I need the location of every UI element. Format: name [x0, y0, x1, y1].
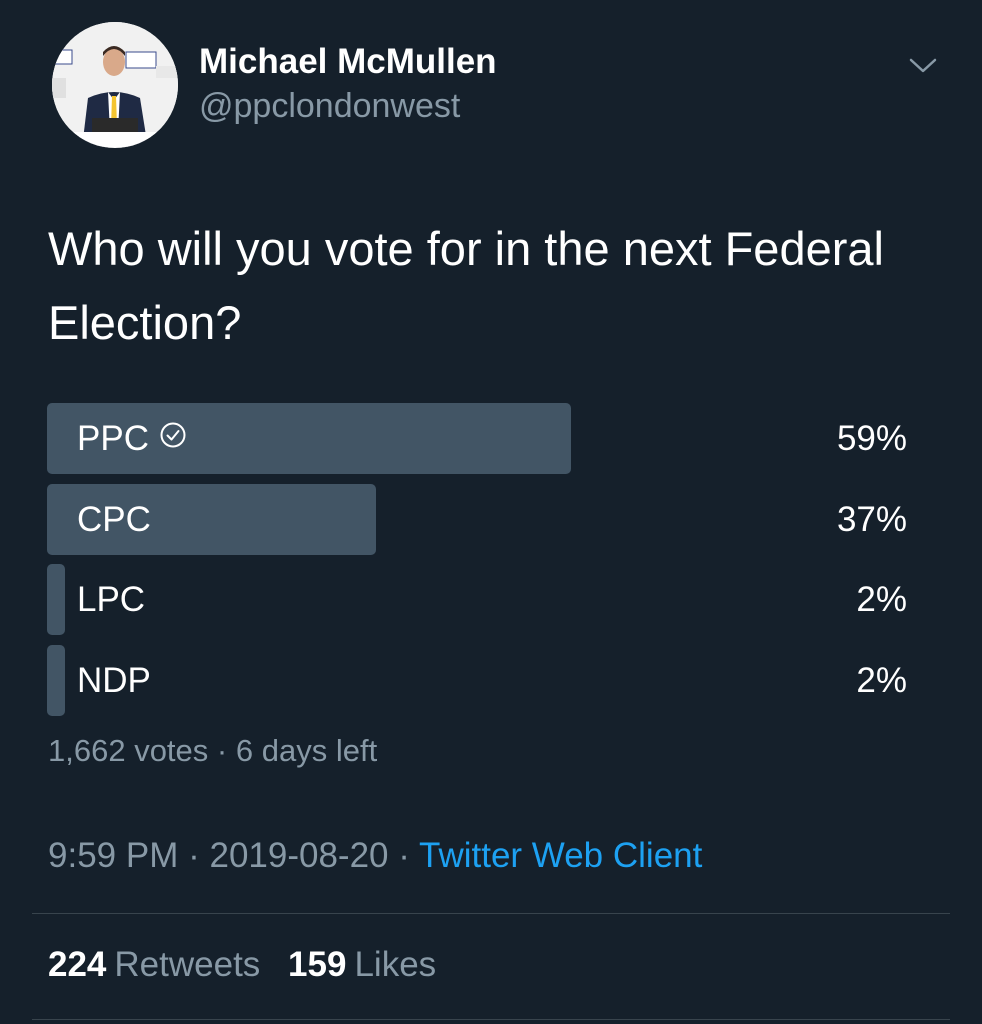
- poll-bar: [47, 564, 65, 635]
- poll-option-label: NDP: [77, 661, 151, 700]
- likes-stat[interactable]: 159 Likes: [288, 945, 436, 985]
- poll-option-lpc[interactable]: LPC 2%: [47, 564, 909, 635]
- divider: [32, 1019, 950, 1020]
- poll-option-ppc[interactable]: PPC 59%: [47, 403, 909, 474]
- poll-time-left: 6 days left: [235, 733, 378, 768]
- likes-count: 159: [288, 945, 347, 984]
- retweets-count: 224: [48, 945, 107, 984]
- poll-option-cpc[interactable]: CPC 37%: [47, 484, 909, 555]
- poll-option-label: PPC: [77, 419, 149, 458]
- separator: ·: [398, 836, 410, 875]
- tweet-text: Who will you vote for in the next Federa…: [48, 222, 884, 349]
- engagement-stats: 224 Retweets 159 Likes: [48, 945, 454, 985]
- user-handle[interactable]: @ppclondonwest: [199, 87, 460, 126]
- poll-option-label: CPC: [77, 500, 151, 539]
- separator: ·: [216, 733, 228, 768]
- profile-photo-icon: [52, 22, 178, 148]
- retweets-stat[interactable]: 224 Retweets: [48, 945, 260, 985]
- retweets-label: Retweets: [114, 945, 261, 984]
- tweet-time[interactable]: 9:59 PM: [48, 836, 178, 875]
- poll-summary: 1,662 votes · 6 days left: [48, 733, 377, 769]
- check-circle-icon: [159, 402, 187, 473]
- poll-option-percent: 37%: [836, 500, 907, 539]
- divider: [32, 913, 950, 914]
- likes-label: Likes: [354, 945, 437, 984]
- chevron-down-icon[interactable]: [902, 50, 944, 82]
- source-link[interactable]: Twitter Web Client: [419, 836, 702, 875]
- tweet-date[interactable]: 2019-08-20: [209, 836, 388, 875]
- poll-vote-count: 1,662 votes: [48, 733, 209, 768]
- separator: ·: [188, 836, 200, 875]
- tweet-timestamp: 9:59 PM · 2019-08-20 · Twitter Web Clien…: [48, 836, 702, 876]
- poll-option-ndp[interactable]: NDP 2%: [47, 645, 909, 716]
- poll-bar: [47, 645, 65, 716]
- poll-option-percent: 2%: [856, 580, 907, 619]
- display-name[interactable]: Michael McMullen: [199, 42, 497, 82]
- poll-option-label: LPC: [77, 580, 146, 619]
- poll-option-percent: 2%: [856, 661, 907, 700]
- poll-option-percent: 59%: [836, 419, 907, 458]
- avatar[interactable]: [52, 22, 178, 148]
